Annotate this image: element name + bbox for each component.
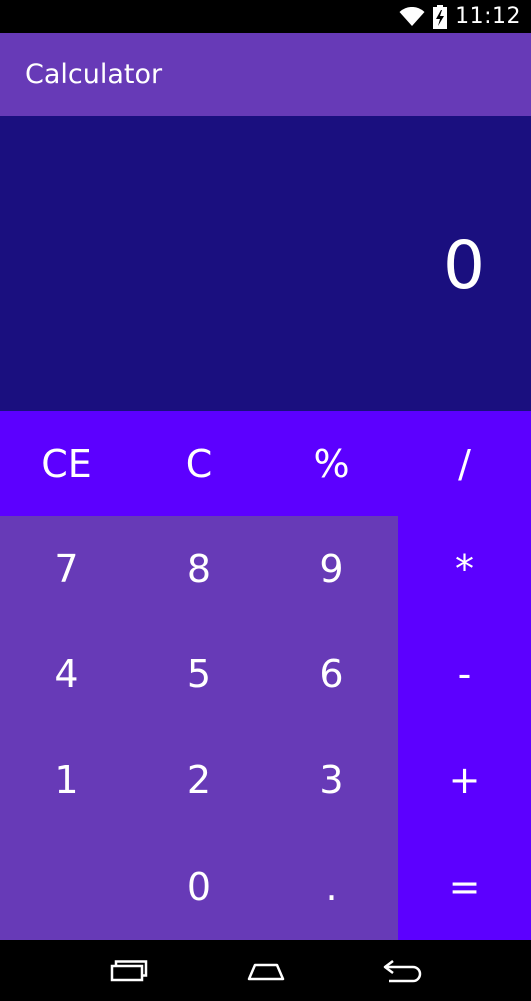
home-icon[interactable] (226, 946, 306, 996)
digit-3-button[interactable]: 3 (265, 727, 398, 833)
digit-2-button[interactable]: 2 (133, 727, 265, 833)
clear-entry-button[interactable]: CE (0, 411, 133, 516)
display-value: 0 (443, 226, 485, 304)
decimal-point-button[interactable]: . (265, 833, 398, 940)
app-title: Calculator (25, 59, 163, 90)
empty-key (0, 833, 133, 940)
digit-8-button[interactable]: 8 (133, 516, 265, 621)
digit-4-button[interactable]: 4 (0, 621, 133, 727)
divide-button[interactable]: / (398, 411, 531, 516)
digit-1-button[interactable]: 1 (0, 727, 133, 833)
equals-button[interactable]: = (398, 833, 531, 940)
digit-5-button[interactable]: 5 (133, 621, 265, 727)
keypad: CE C % / 7 8 9 * 4 5 6 - 1 2 3 + 0 . = (0, 411, 531, 940)
calculator-display: 0 (0, 116, 531, 411)
status-bar: 11:12 (0, 0, 531, 33)
digit-0-button[interactable]: 0 (133, 833, 265, 940)
percent-button[interactable]: % (265, 411, 398, 516)
digit-9-button[interactable]: 9 (265, 516, 398, 621)
digit-6-button[interactable]: 6 (265, 621, 398, 727)
status-time: 11:12 (455, 4, 521, 29)
back-icon[interactable] (363, 946, 443, 996)
digit-7-button[interactable]: 7 (0, 516, 133, 621)
recent-apps-icon[interactable] (89, 946, 169, 996)
wifi-icon (399, 6, 425, 27)
clear-button[interactable]: C (133, 411, 265, 516)
navigation-bar (0, 940, 531, 1001)
battery-charging-icon (433, 4, 448, 29)
app-bar: Calculator (0, 33, 531, 116)
multiply-button[interactable]: * (398, 516, 531, 621)
subtract-button[interactable]: - (398, 621, 531, 727)
add-button[interactable]: + (398, 727, 531, 833)
